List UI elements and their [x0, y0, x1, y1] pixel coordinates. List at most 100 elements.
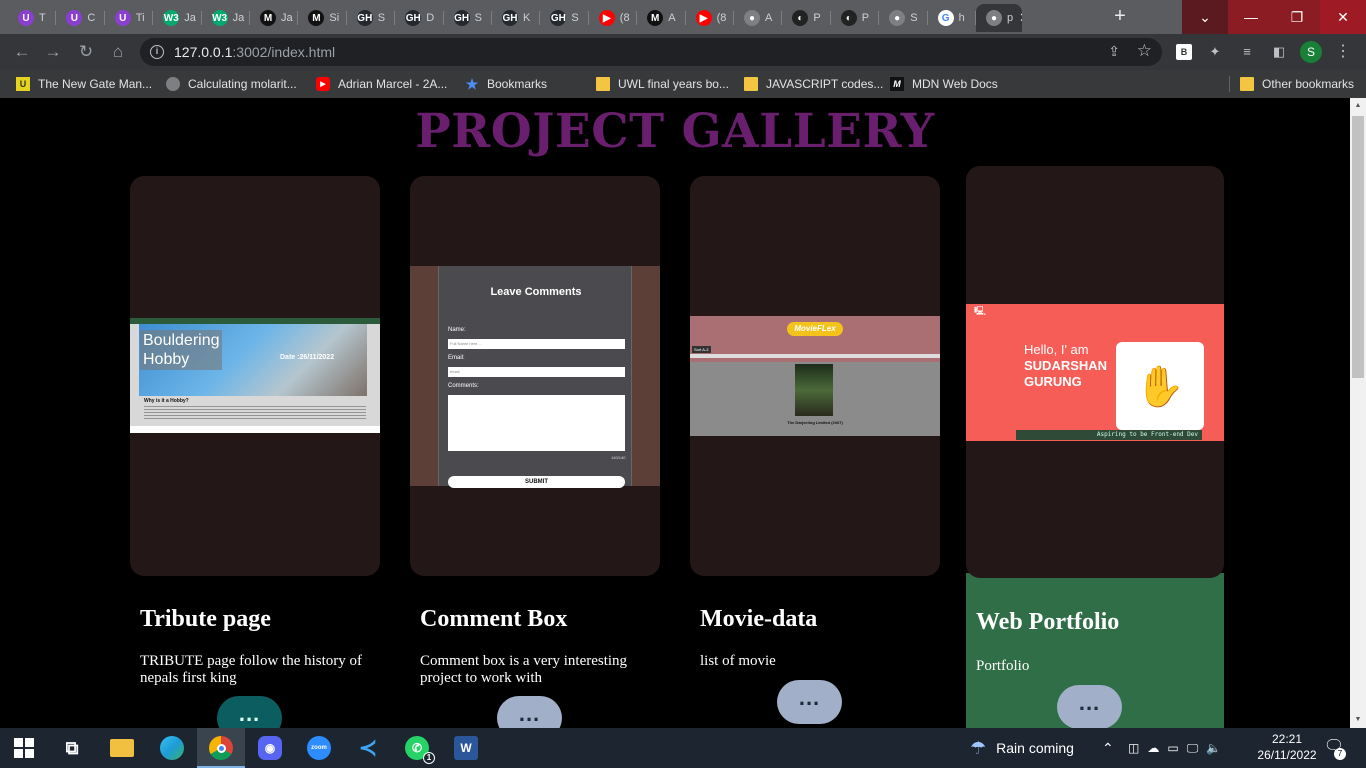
- onedrive-icon[interactable]: ☁: [1147, 741, 1159, 755]
- chevron-up-icon: ⌃: [1102, 739, 1114, 756]
- show-hidden-icons[interactable]: ⌃: [1102, 728, 1114, 768]
- browser-tab[interactable]: ● S: [879, 4, 928, 32]
- reading-list-icon[interactable]: ≡: [1238, 43, 1256, 61]
- browser-tab[interactable]: ◐ P: [831, 4, 880, 32]
- reload-icon[interactable]: ↻: [74, 40, 98, 64]
- browser-tab[interactable]: GH S: [540, 4, 589, 32]
- browser-tab[interactable]: ● A: [734, 4, 783, 32]
- more-button[interactable]: ...: [217, 696, 282, 728]
- form-heading: Leave Comments: [490, 286, 582, 298]
- browser-tab[interactable]: MA: [637, 4, 686, 32]
- zoom-button[interactable]: zoom: [295, 728, 343, 768]
- chrome-icon: [209, 736, 233, 760]
- browser-tab[interactable]: UC: [56, 4, 105, 32]
- browser-tab[interactable]: GH K: [492, 4, 541, 32]
- bookmark-folder[interactable]: UWL final years bo...: [596, 76, 729, 92]
- char-count: 140/140: [611, 455, 626, 460]
- bookmark-star-icon[interactable]: ☆: [1137, 41, 1152, 61]
- scroll-up-icon[interactable]: ▲: [1350, 98, 1366, 114]
- address-bar[interactable]: i 127.0.0.1:3002/index.html ⇪ ☆: [140, 38, 1162, 66]
- comments-label: Comments:: [448, 383, 479, 389]
- discord-button[interactable]: ◉: [246, 728, 294, 768]
- menu-kebab-icon[interactable]: ⋮: [1332, 41, 1354, 63]
- home-icon[interactable]: ⌂: [106, 40, 130, 64]
- browser-tab[interactable]: M Si: [298, 4, 347, 32]
- tab-label: D: [426, 12, 435, 24]
- project-card-portfolio[interactable]: 🖳 Hello, I' am SUDARSHAN GURUNG ✋ Aspiring…: [966, 166, 1224, 578]
- back-icon[interactable]: ←: [10, 40, 34, 64]
- volume-icon[interactable]: 🔈: [1206, 741, 1221, 755]
- forward-icon[interactable]: →: [41, 40, 65, 64]
- tab-search-icon[interactable]: ⌄: [1182, 0, 1228, 34]
- waving-hand-icon: ✋: [1116, 342, 1204, 430]
- bookmark-item[interactable]: M MDN Web Docs: [890, 76, 998, 92]
- close-window-button[interactable]: ✕: [1320, 0, 1366, 34]
- new-tab-button[interactable]: +: [1108, 5, 1132, 29]
- browser-tab[interactable]: ● p ✕: [976, 4, 1022, 32]
- browser-tab[interactable]: W3 Ja: [202, 4, 250, 32]
- browser-tab[interactable]: ▶ (8: [686, 4, 734, 32]
- url-text[interactable]: 127.0.0.1:3002/index.html: [174, 44, 335, 60]
- bookmark-item[interactable]: Calculating molarit...: [166, 76, 297, 92]
- side-panel-icon[interactable]: ◧: [1270, 43, 1288, 61]
- task-view-button[interactable]: ⧉: [48, 728, 96, 768]
- word-icon: W: [454, 736, 478, 760]
- more-button[interactable]: ...: [497, 696, 562, 728]
- meet-icon[interactable]: ◫: [1128, 741, 1139, 755]
- bookmark-item[interactable]: U The New Gate Man...: [16, 76, 152, 92]
- tab-close-icon[interactable]: ✕: [1019, 10, 1022, 26]
- project-card-movie[interactable]: MovieFLex Sort A-Z The Darjeeling Limite…: [690, 176, 940, 576]
- tab-label: S: [910, 12, 918, 24]
- browser-tab[interactable]: U Ti: [105, 4, 154, 32]
- tab-strip: U T U C U Ti W3 Ja W3 Ja M Ja M Si GH S GH D GH S GH K GH S ▶ (8 M…: [0, 0, 1366, 34]
- other-bookmarks[interactable]: Other bookmarks: [1240, 76, 1354, 92]
- weather-widget[interactable]: ☂ Rain coming: [970, 728, 1074, 768]
- browser-tab[interactable]: Gh: [928, 4, 976, 32]
- browser-tab[interactable]: UT: [8, 4, 57, 32]
- scroll-down-icon[interactable]: ▼: [1350, 712, 1366, 728]
- bookmark-item[interactable]: ★ Bookmarks: [465, 76, 547, 92]
- chrome-button[interactable]: [197, 728, 245, 768]
- start-button[interactable]: [0, 728, 48, 768]
- minimize-button[interactable]: —: [1228, 0, 1274, 34]
- card-title: Movie-data: [700, 606, 818, 632]
- email-field: email: [448, 367, 625, 377]
- tab-label: A: [668, 12, 676, 24]
- notification-icon[interactable]: 🗨 7: [1322, 736, 1346, 760]
- card-description: TRIBUTE page follow the history of nepal…: [140, 653, 363, 686]
- profile-avatar[interactable]: S: [1300, 41, 1322, 63]
- taskbar-clock[interactable]: 22:21 26/11/2022: [1254, 731, 1320, 763]
- share-icon[interactable]: ⇪: [1108, 43, 1120, 60]
- battery-icon[interactable]: ▭: [1167, 741, 1178, 755]
- vscode-button[interactable]: ≺: [344, 728, 392, 768]
- folder-icon: [596, 77, 610, 91]
- word-button[interactable]: W: [442, 728, 490, 768]
- site-info-icon[interactable]: i: [150, 45, 164, 59]
- more-button[interactable]: ...: [1057, 685, 1122, 728]
- extension-b-icon[interactable]: B: [1176, 44, 1192, 60]
- whatsapp-button[interactable]: ✆ 1: [393, 728, 441, 768]
- time-text: 22:21: [1271, 732, 1303, 746]
- browser-tab[interactable]: ◐ P: [782, 4, 831, 32]
- browser-tab[interactable]: GH S: [347, 4, 396, 32]
- tab-label: K: [523, 12, 531, 24]
- edge-button[interactable]: [148, 728, 196, 768]
- restore-button[interactable]: ❐: [1274, 0, 1320, 34]
- page-scrollbar[interactable]: ▲ ▼: [1350, 98, 1366, 728]
- file-explorer-button[interactable]: [98, 728, 146, 768]
- bookmark-folder[interactable]: JAVASCRIPT codes...: [744, 76, 883, 92]
- browser-tab[interactable]: GH D: [395, 4, 444, 32]
- scroll-thumb[interactable]: [1352, 116, 1364, 378]
- browser-tab[interactable]: ▶ (8: [589, 4, 638, 32]
- network-icon[interactable]: 🖵: [1187, 741, 1199, 756]
- browser-tab[interactable]: W3 Ja: [153, 4, 202, 32]
- more-button[interactable]: ...: [777, 680, 842, 724]
- browser-tab[interactable]: GH S: [444, 4, 492, 32]
- project-card-tribute[interactable]: Bouldering Hobby Date :26/11/2022 Why is…: [130, 176, 380, 576]
- project-card-comment[interactable]: Leave Comments Name: Full Name here... E…: [410, 176, 660, 576]
- bookmark-item[interactable]: ▶ Adrian Marcel - 2A...: [316, 76, 447, 92]
- tab-favicon-icon: ●: [986, 10, 1002, 26]
- browser-tab[interactable]: M Ja: [250, 4, 299, 32]
- mdn-icon: M: [890, 77, 904, 91]
- extensions-puzzle-icon[interactable]: ✦: [1206, 43, 1224, 61]
